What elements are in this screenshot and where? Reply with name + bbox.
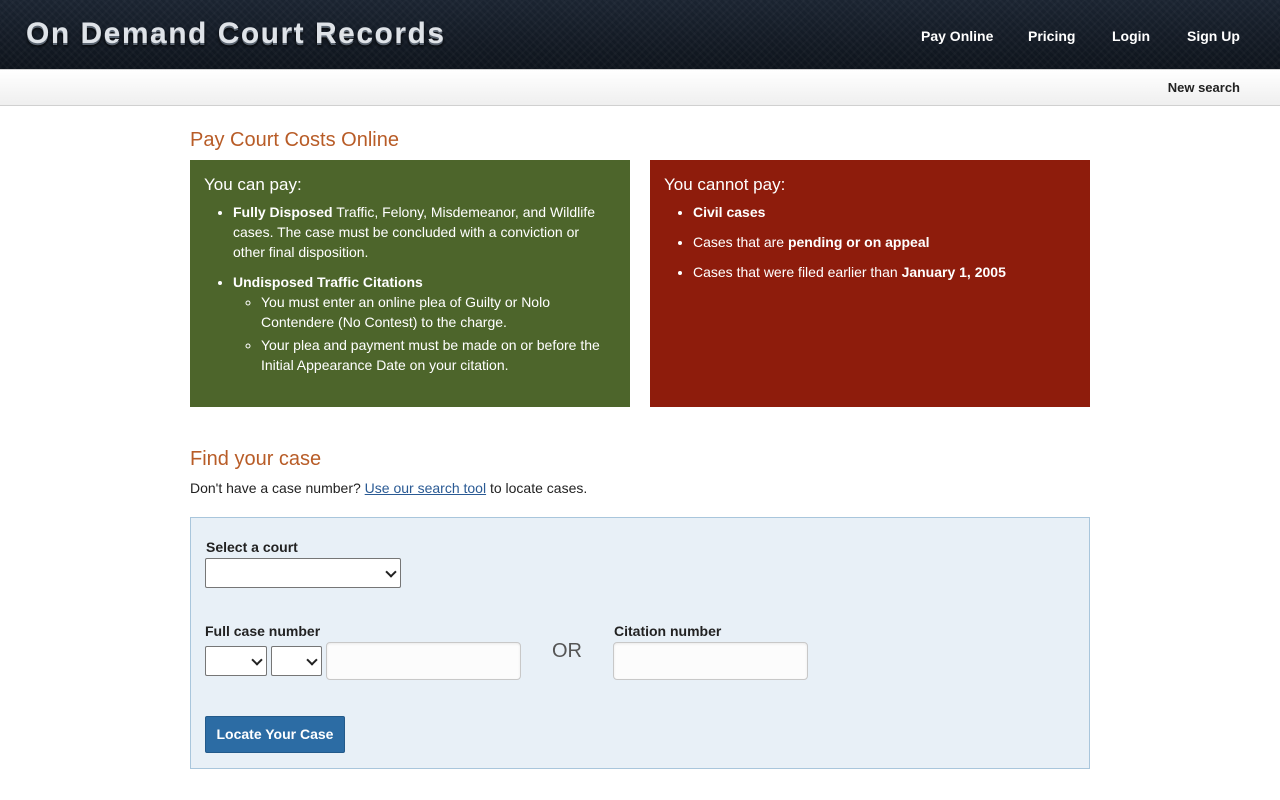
locate-case-button[interactable]: Locate Your Case (205, 716, 345, 753)
sublist-item: You must enter an online plea of Guilty … (261, 292, 613, 332)
cannot-pay-panel: You cannot pay: Civil cases Cases that a… (650, 160, 1090, 407)
case-number-input[interactable] (326, 642, 521, 680)
or-separator: OR (552, 640, 582, 662)
list-item: Cases that were filed earlier than Janua… (693, 262, 1073, 282)
can-pay-panel: You can pay: Fully Disposed Traffic, Fel… (190, 160, 630, 407)
pending-text: Cases that are (693, 234, 788, 250)
sub-navigation-bar: New search (0, 69, 1280, 106)
civil-cases-label: Civil cases (693, 204, 766, 220)
cannot-pay-title: You cannot pay: (664, 175, 786, 194)
select-court-label: Select a court (206, 539, 298, 555)
list-item: Undisposed Traffic Citations You must en… (233, 272, 613, 375)
undisposed-sublist: You must enter an online plea of Guilty … (233, 292, 613, 375)
chevron-down-icon (251, 654, 263, 666)
pay-section-title: Pay Court Costs Online (190, 129, 399, 151)
nav-pricing[interactable]: Pricing (1028, 28, 1075, 44)
list-item: Civil cases (693, 202, 1073, 222)
case-type-select[interactable] (271, 646, 322, 676)
search-tool-link[interactable]: Use our search tool (365, 480, 486, 496)
case-number-label: Full case number (205, 623, 321, 639)
filed-text: Cases that were filed earlier than (693, 264, 902, 280)
find-section-title: Find your case (190, 448, 322, 470)
can-pay-list: Fully Disposed Traffic, Felony, Misdemea… (204, 202, 613, 385)
case-year-select[interactable] (205, 646, 267, 676)
nav-login[interactable]: Login (1112, 28, 1150, 44)
nav-sign-up[interactable]: Sign Up (1187, 28, 1240, 44)
pending-label: pending or on appeal (787, 234, 930, 250)
case-search-form: Select a court Full case number OR Citat… (190, 517, 1090, 769)
filed-date-label: January 1, 2005 (901, 264, 1006, 280)
cannot-pay-list: Civil cases Cases that are pending or on… (664, 202, 1073, 292)
new-search-link[interactable]: New search (1168, 80, 1240, 95)
list-item: Fully Disposed Traffic, Felony, Misdemea… (233, 202, 613, 262)
undisposed-label: Undisposed Traffic Citations (233, 274, 423, 290)
sublist-item: Your plea and payment must be made on or… (261, 335, 613, 375)
site-logo[interactable]: On Demand Court Records (26, 17, 446, 51)
list-item: Cases that are pending or on appeal (693, 232, 1073, 252)
citation-number-input[interactable] (613, 642, 808, 680)
site-header: On Demand Court Records Pay Online Prici… (0, 0, 1280, 69)
find-help-post: to locate cases. (486, 480, 588, 496)
nav-pay-online[interactable]: Pay Online (921, 28, 993, 44)
fully-disposed-label: Fully Disposed (233, 204, 333, 220)
can-pay-title: You can pay: (204, 175, 302, 194)
court-select[interactable] (205, 558, 401, 588)
find-help-text: Don't have a case number? Use our search… (190, 480, 587, 496)
chevron-down-icon (306, 654, 318, 666)
find-help-pre: Don't have a case number? (190, 480, 365, 496)
chevron-down-icon (385, 566, 397, 578)
citation-number-label: Citation number (614, 623, 722, 639)
